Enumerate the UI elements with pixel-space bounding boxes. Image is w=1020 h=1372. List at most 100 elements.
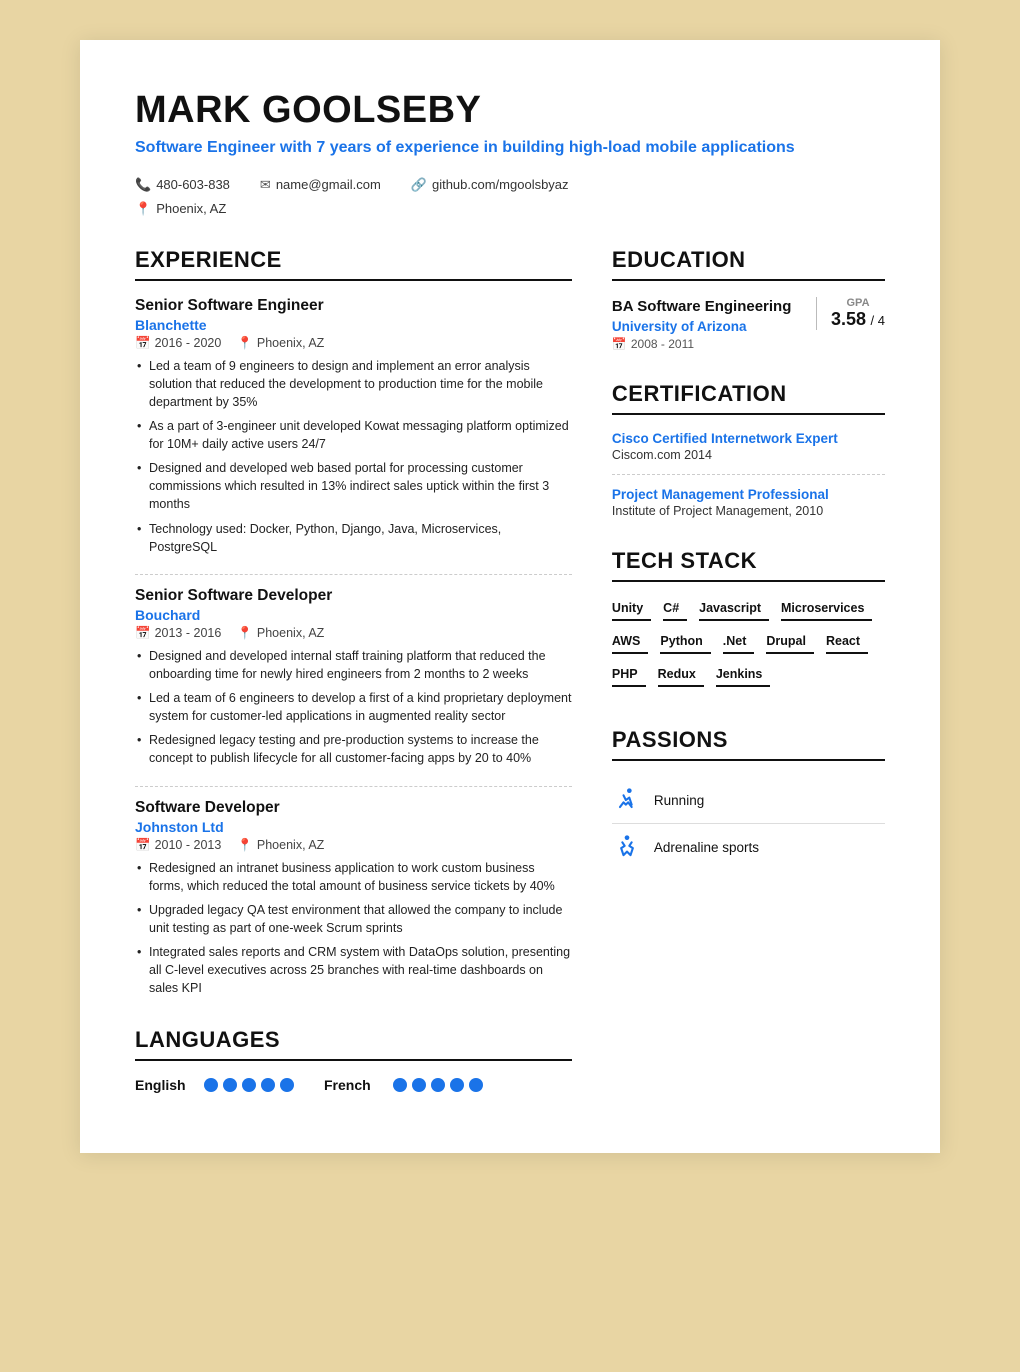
dot-en-5: [280, 1078, 294, 1092]
tech-stack-title: TECH STACK: [612, 548, 885, 574]
dot-en-3: [242, 1078, 256, 1092]
job-title-2: Senior Software Developer: [135, 587, 572, 605]
languages-row: English French: [135, 1077, 572, 1093]
pin-icon-3: 📍: [237, 838, 253, 853]
bullet-3-0: Redesigned an intranet business applicat…: [135, 859, 572, 895]
job-dates-2: 📅 2013 - 2016: [135, 626, 221, 641]
link-icon: 🔗: [411, 177, 427, 193]
job-title-1: Senior Software Engineer: [135, 297, 572, 315]
email-address: name@gmail.com: [276, 177, 381, 192]
tech-redux: Redux: [658, 664, 704, 687]
job-meta-3: 📅 2010 - 2013 📍 Phoenix, AZ: [135, 838, 572, 853]
company-2: Bouchard: [135, 607, 572, 623]
cert-name-1: Cisco Certified Internetwork Expert: [612, 431, 885, 446]
passion-running: Running: [612, 777, 885, 824]
job-entry-1: Senior Software Engineer Blanchette 📅 20…: [135, 297, 572, 556]
education-left: BA Software Engineering University of Ar…: [612, 297, 800, 352]
calendar-icon-2: 📅: [135, 626, 151, 641]
email-item: ✉ name@gmail.com: [260, 177, 381, 193]
job-divider-2: [135, 786, 572, 787]
cert-divider-2: [612, 474, 885, 475]
bullets-3: Redesigned an intranet business applicat…: [135, 859, 572, 998]
dot-en-1: [204, 1078, 218, 1092]
tech-python: Python: [660, 631, 710, 654]
job-dates-3: 📅 2010 - 2013: [135, 838, 221, 853]
lang-dots-english: [204, 1078, 294, 1092]
calendar-icon-3: 📅: [135, 838, 151, 853]
calendar-icon-1: 📅: [135, 336, 151, 351]
lang-name-french: French: [324, 1077, 379, 1093]
bullet-3-1: Upgraded legacy QA test environment that…: [135, 901, 572, 937]
dot-fr-5: [469, 1078, 483, 1092]
pin-icon-2: 📍: [237, 626, 253, 641]
job-dates-1: 📅 2016 - 2020: [135, 336, 221, 351]
tech-javascript: Javascript: [699, 598, 769, 621]
adrenaline-icon: [612, 832, 642, 862]
gpa-separator: /: [871, 313, 878, 328]
bullet-2-2: Redesigned legacy testing and pre-produc…: [135, 731, 572, 767]
passions-section: PASSIONS Running: [612, 727, 885, 870]
phone-item: 📞 480-603-838: [135, 177, 230, 193]
passions-divider: [612, 759, 885, 761]
bullet-1-2: Designed and developed web based portal …: [135, 459, 572, 513]
passion-adrenaline-label: Adrenaline sports: [654, 840, 759, 855]
languages-title: LANGUAGES: [135, 1027, 572, 1053]
edu-school: University of Arizona: [612, 319, 800, 334]
cert-item-1: Cisco Certified Internetwork Expert Cisc…: [612, 431, 885, 462]
tech-react: React: [826, 631, 868, 654]
passions-title: PASSIONS: [612, 727, 885, 753]
tech-divider: [612, 580, 885, 582]
bullet-3-2: Integrated sales reports and CRM system …: [135, 943, 572, 997]
language-french: French: [324, 1077, 483, 1093]
tech-grid: Unity C# Javascript Microservices AWS Py…: [612, 598, 885, 697]
cert-name-2: Project Management Professional: [612, 487, 885, 502]
job-entry-3: Software Developer Johnston Ltd 📅 2010 -…: [135, 799, 572, 998]
dot-en-4: [261, 1078, 275, 1092]
bullet-1-0: Led a team of 9 engineers to design and …: [135, 357, 572, 411]
gpa-label: GPA: [831, 297, 885, 309]
bullet-2-1: Led a team of 6 engineers to develop a f…: [135, 689, 572, 725]
dot-en-2: [223, 1078, 237, 1092]
location-item: 📍 Phoenix, AZ: [135, 201, 226, 217]
experience-title: EXPERIENCE: [135, 247, 572, 273]
main-content: EXPERIENCE Senior Software Engineer Blan…: [135, 247, 885, 1094]
education-divider: [612, 279, 885, 281]
github-item: 🔗 github.com/mgoolsbyaz: [411, 177, 569, 193]
tech-stack-section: TECH STACK Unity C# Javascript Microserv…: [612, 548, 885, 697]
bullet-1-3: Technology used: Docker, Python, Django,…: [135, 520, 572, 556]
cert-divider: [612, 413, 885, 415]
dot-fr-4: [450, 1078, 464, 1092]
running-icon: [612, 785, 642, 815]
tagline: Software Engineer with 7 years of experi…: [135, 138, 885, 159]
lang-dots-french: [393, 1078, 483, 1092]
passion-adrenaline: Adrenaline sports: [612, 824, 885, 870]
languages-section: LANGUAGES English French: [135, 1027, 572, 1093]
tech-drupal: Drupal: [766, 631, 814, 654]
tech-php: PHP: [612, 664, 646, 687]
tech-csharp: C#: [663, 598, 687, 621]
contact-info: 📞 480-603-838 ✉ name@gmail.com 🔗 github.…: [135, 173, 885, 217]
bullets-2: Designed and developed internal staff tr…: [135, 647, 572, 768]
education-block: BA Software Engineering University of Ar…: [612, 297, 885, 352]
gpa-max: 4: [878, 313, 885, 328]
pin-icon-1: 📍: [237, 336, 253, 351]
tech-aws: AWS: [612, 631, 648, 654]
candidate-name: MARK GOOLSEBY: [135, 90, 885, 132]
education-title: EDUCATION: [612, 247, 885, 273]
phone-icon: 📞: [135, 177, 151, 193]
tech-dotnet: .Net: [723, 631, 755, 654]
cert-detail-2: Institute of Project Management, 2010: [612, 504, 885, 518]
passion-running-label: Running: [654, 793, 704, 808]
location-icon: 📍: [135, 201, 151, 217]
location-text: Phoenix, AZ: [156, 201, 226, 216]
gpa-value: 3.58: [831, 309, 866, 329]
company-1: Blanchette: [135, 317, 572, 333]
bullets-1: Led a team of 9 engineers to design and …: [135, 357, 572, 556]
edu-degree: BA Software Engineering: [612, 297, 800, 317]
education-gpa: GPA 3.58 / 4: [816, 297, 885, 330]
languages-divider: [135, 1059, 572, 1061]
certification-title: CERTIFICATION: [612, 381, 885, 407]
dot-fr-3: [431, 1078, 445, 1092]
job-meta-1: 📅 2016 - 2020 📍 Phoenix, AZ: [135, 336, 572, 351]
left-column: EXPERIENCE Senior Software Engineer Blan…: [135, 247, 572, 1094]
